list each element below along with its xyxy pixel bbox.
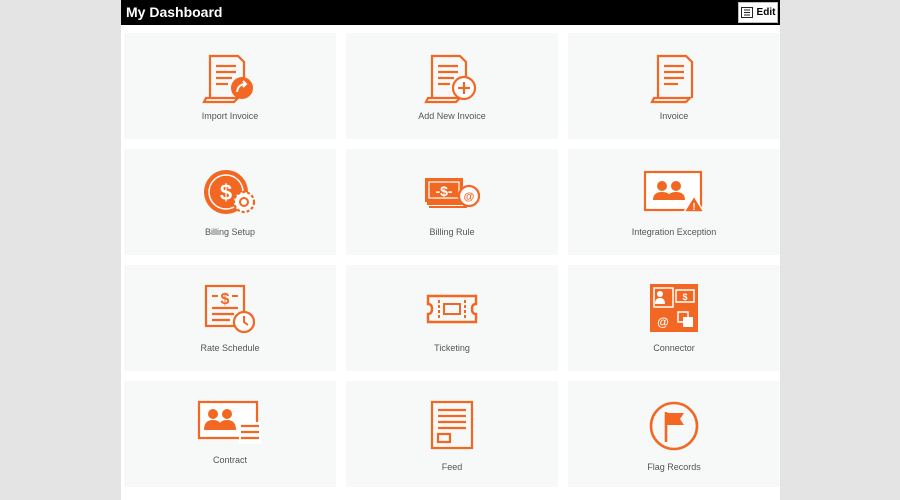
- tile-label: Feed: [441, 462, 463, 472]
- tile-label: Flag Records: [647, 462, 701, 472]
- list-icon: [740, 7, 753, 18]
- dashboard-frame: My Dashboard Edit Import Invoice Add New…: [121, 0, 780, 500]
- tile-add-new-invoice[interactable]: Add New Invoice: [346, 33, 558, 139]
- tile-label: Billing Rule: [429, 227, 475, 237]
- tile-label: Contract: [212, 455, 247, 465]
- tile-label: Ticketing: [434, 343, 470, 353]
- billing-rule-icon: -$- @: [417, 165, 487, 221]
- svg-text:@: @: [657, 315, 669, 329]
- invoice-icon: [639, 49, 709, 105]
- dashboard-header: My Dashboard Edit: [121, 0, 780, 25]
- billing-setup-icon: $: [195, 165, 265, 221]
- tile-label: Add New Invoice: [418, 111, 486, 121]
- contract-icon: [195, 397, 265, 453]
- tile-import-invoice[interactable]: Import Invoice: [124, 33, 336, 139]
- svg-text:$: $: [682, 292, 687, 302]
- tile-invoice[interactable]: Invoice: [568, 33, 780, 139]
- tile-integration-exception[interactable]: ! Integration Exception: [568, 149, 780, 255]
- tile-rate-schedule[interactable]: $ Rate Schedule: [124, 265, 336, 371]
- tile-label: Invoice: [659, 111, 689, 121]
- tile-label: Integration Exception: [631, 227, 717, 237]
- svg-text:$: $: [221, 291, 230, 308]
- tile-flag-records[interactable]: Flag Records: [568, 381, 780, 487]
- tile-billing-setup[interactable]: $ Billing Setup: [124, 149, 336, 255]
- rate-schedule-icon: $: [195, 281, 265, 337]
- add-invoice-icon: [417, 49, 487, 105]
- edit-label: Edit: [756, 7, 776, 18]
- tile-label: Billing Setup: [204, 227, 256, 237]
- tile-label: Import Invoice: [201, 111, 259, 121]
- tile-feed[interactable]: Feed: [346, 381, 558, 487]
- import-invoice-icon: [195, 49, 265, 105]
- tile-label: Connector: [653, 343, 695, 353]
- tile-billing-rule[interactable]: -$- @ Billing Rule: [346, 149, 558, 255]
- tile-contract[interactable]: Contract: [124, 381, 336, 487]
- tile-label: Rate Schedule: [200, 343, 260, 353]
- svg-text:$: $: [220, 180, 232, 205]
- integration-exception-icon: !: [639, 165, 709, 221]
- svg-text:@: @: [464, 191, 475, 203]
- feed-icon: [417, 397, 487, 453]
- flag-icon: [639, 397, 709, 453]
- svg-text:!: !: [692, 202, 695, 213]
- edit-button[interactable]: Edit: [738, 2, 778, 23]
- tile-connector[interactable]: $ @ Connector: [568, 265, 780, 371]
- page-title: My Dashboard: [126, 4, 223, 20]
- svg-text:-$-: -$-: [435, 183, 452, 199]
- connector-icon: $ @: [639, 281, 709, 337]
- dashboard-grid: Import Invoice Add New Invoice Invoice $…: [124, 33, 780, 487]
- ticket-icon: [417, 281, 487, 337]
- tile-ticketing[interactable]: Ticketing: [346, 265, 558, 371]
